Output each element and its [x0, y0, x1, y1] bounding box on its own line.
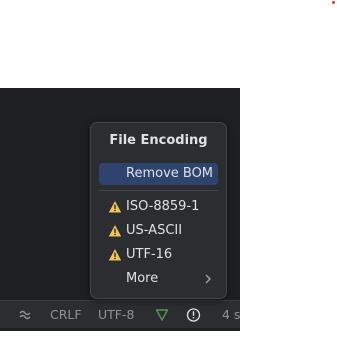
menu-divider — [99, 190, 218, 191]
indent-widget[interactable]: 4 s — [222, 301, 240, 329]
menu-item-us-ascii[interactable]: US-ASCII — [99, 220, 218, 242]
line-ending-icon[interactable] — [18, 301, 32, 329]
chevron-right-icon — [204, 268, 212, 298]
menu-item-utf-16[interactable]: UTF-16 — [99, 244, 218, 266]
warning-icon — [108, 225, 122, 237]
status-bar: CRLF UTF-8 4 s — [0, 300, 240, 329]
notification-dot — [332, 1, 335, 4]
menu-item-remove-bom[interactable]: Remove BOM — [99, 163, 218, 185]
menu-item-label: Remove BOM — [126, 166, 214, 181]
file-encoding-widget[interactable]: UTF-8 — [98, 301, 134, 329]
popup-title: File Encoding — [109, 133, 208, 148]
vcs-triangle-icon[interactable] — [155, 301, 169, 329]
menu-item-label: US-ASCII — [126, 223, 183, 238]
warning-icon — [108, 201, 122, 213]
file-encoding-popup: File Encoding Remove BOM ISO-8859-1 US-A… — [90, 122, 227, 299]
menu-item-label: UTF-16 — [126, 247, 173, 262]
problems-icon[interactable] — [186, 301, 201, 329]
line-separator-widget[interactable]: CRLF — [50, 301, 82, 329]
menu-item-more[interactable]: More — [99, 268, 218, 290]
warning-icon — [108, 249, 122, 261]
menu-item-iso-8859-1[interactable]: ISO-8859-1 — [99, 196, 218, 218]
menu-item-label: More — [126, 271, 159, 286]
menu-item-label: ISO-8859-1 — [126, 199, 200, 214]
